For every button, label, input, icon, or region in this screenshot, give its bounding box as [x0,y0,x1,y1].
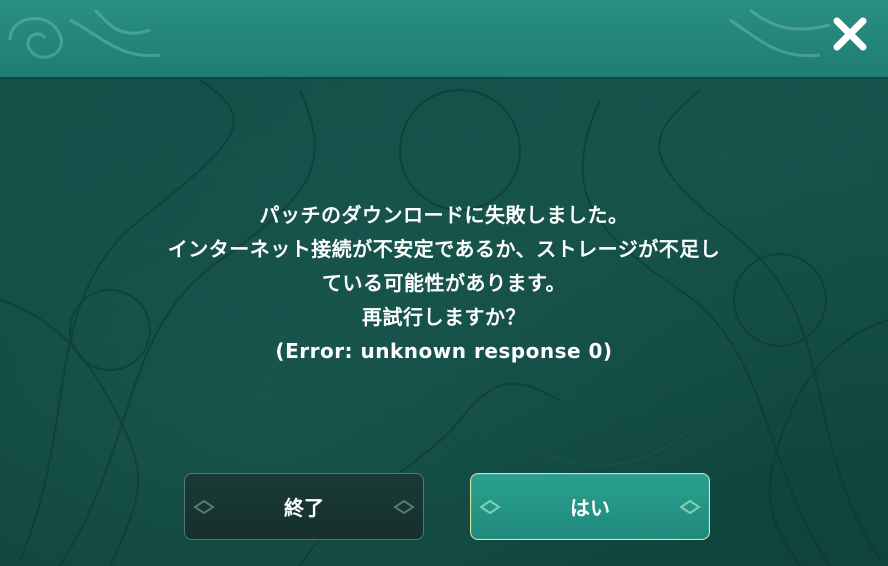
retry-dialog: パッチのダウンロードに失敗しました。 インターネット接続が不安定であるか、ストレ… [0,0,888,566]
header-ornament-left [8,8,161,59]
message-line-2: インターネット接続が不安定であるか、ストレージが不足し [167,237,721,261]
dialog-message: パッチのダウンロードに失敗しました。 インターネット接続が不安定であるか、ストレ… [0,198,888,368]
diamond-ornament-icon [393,499,415,514]
error-code-line: (Error: unknown response 0) [275,339,613,363]
quit-button[interactable]: 終了 [184,473,424,540]
message-line-4: 再試行しますか？ [362,305,526,329]
diamond-ornament-icon [193,499,215,514]
message-line-1: パッチのダウンロードに失敗しました。 [259,203,629,227]
yes-button[interactable]: はい [470,473,710,540]
quit-button-label: 終了 [284,496,324,520]
header-ornament-right [729,8,831,58]
message-line-3: ている可能性があります。 [322,271,566,295]
close-icon [833,17,867,51]
diamond-ornament-icon [479,499,501,514]
close-button[interactable] [830,14,870,54]
yes-button-label: はい [570,496,610,520]
diamond-ornament-icon [679,499,701,514]
dialog-header [0,0,888,77]
